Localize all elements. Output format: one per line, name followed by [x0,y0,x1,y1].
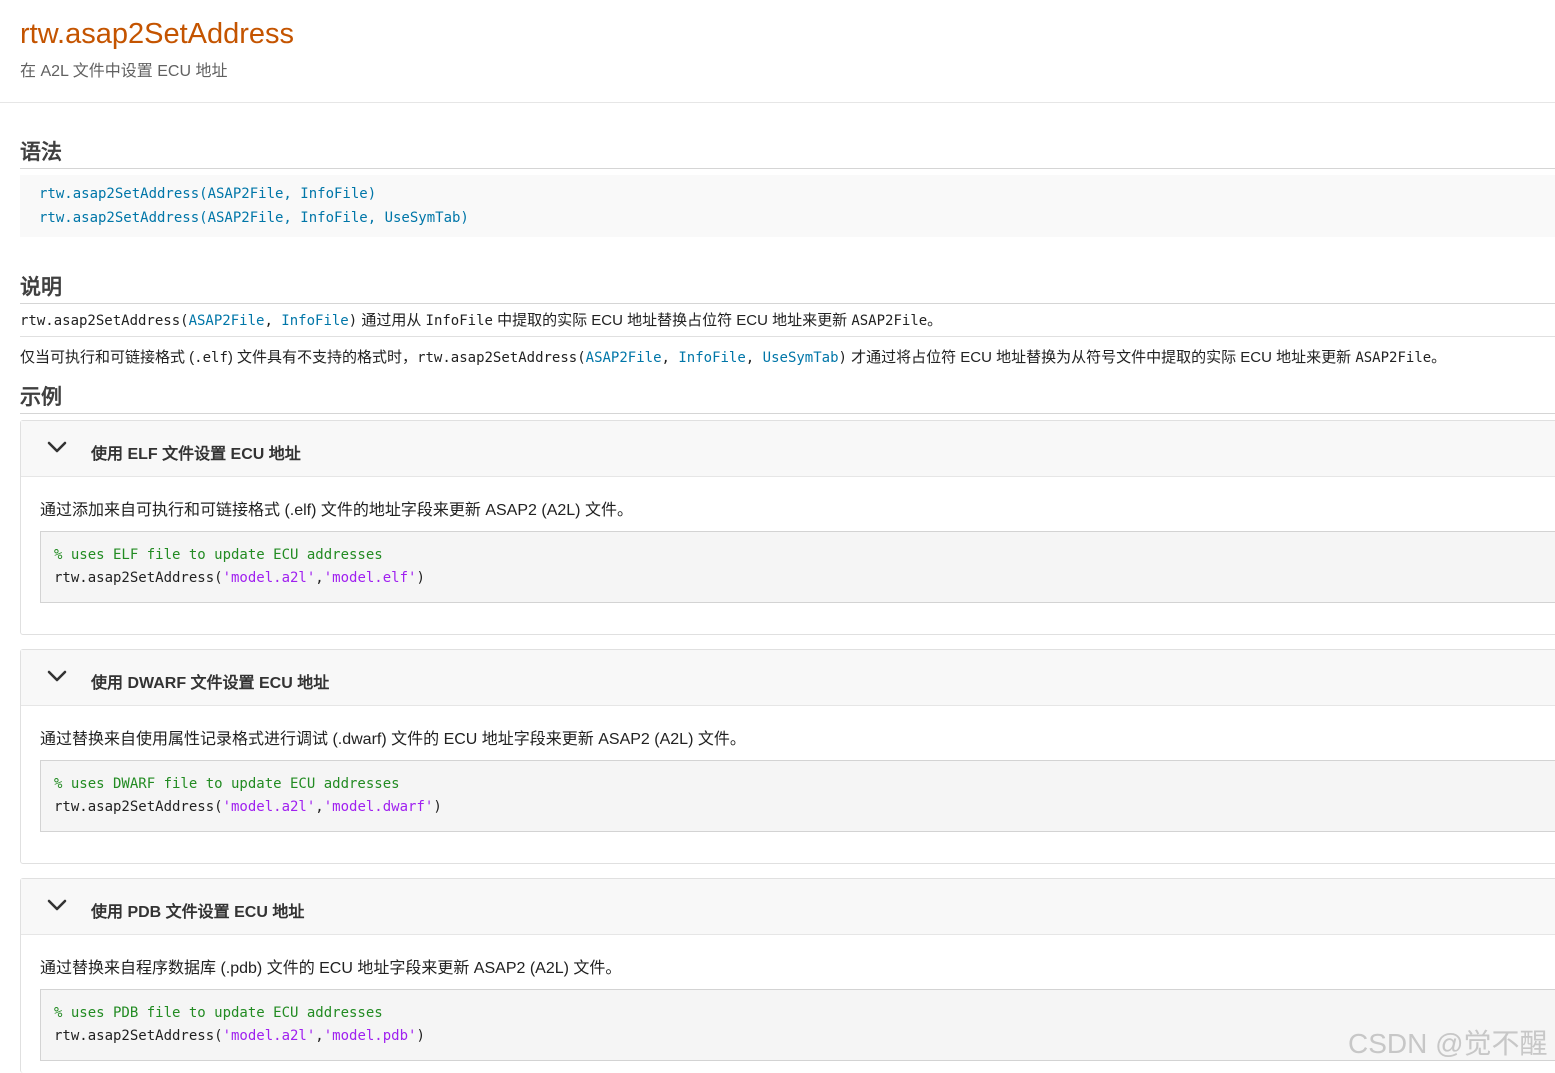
example-description: 通过替换来自程序数据库 (.pdb) 文件的 ECU 地址字段来更新 ASAP2… [40,960,622,977]
code-string: 'model.elf' [323,570,417,586]
code-comment: % uses PDB file to update ECU addresses [54,1005,383,1021]
page-header: rtw.asap2SetAddress 在 A2L 文件中设置 ECU 地址 [0,0,1555,103]
inline-code: .elf [194,350,228,366]
description-text: 才通过将占位符 ECU 地址替换为从符号文件中提取的实际 ECU 地址来更新 [846,349,1356,366]
example-dwarf-toggle[interactable]: 使用 DWARF 文件设置 ECU 地址 [21,650,1555,706]
code-block[interactable]: % uses DWARF file to update ECU addresse… [40,760,1555,832]
syntax-heading: 语法 [20,136,1555,169]
function-name: rtw.asap2SetAddress( [417,350,586,366]
code-call: rtw.asap2SetAddress('model.a2l','model.e… [54,570,425,586]
code-paren: ) [416,570,425,586]
code-string: 'model.a2l' [222,570,316,586]
example-description: 通过添加来自可执行和可链接格式 (.elf) 文件的地址字段来更新 ASAP2 … [40,502,633,519]
code-fn: rtw.asap2SetAddress( [54,799,223,815]
asap2file-link[interactable]: ASAP2File [189,313,265,329]
example-pdb-toggle[interactable]: 使用 PDB 文件设置 ECU 地址 [21,879,1555,935]
description-text: 通过用从 [357,312,426,329]
example-title: 使用 DWARF 文件设置 ECU 地址 [91,675,330,692]
syntax-line-2[interactable]: rtw.asap2SetAddress(ASAP2File, InfoFile,… [39,210,469,226]
description-text: ) 文件具有不支持的格式时， [227,349,418,366]
examples-heading: 示例 [20,381,1555,414]
separator: , [661,350,679,366]
description-text: 。 [1431,349,1447,366]
example-pdb: 使用 PDB 文件设置 ECU 地址 通过替换来自程序数据库 (.pdb) 文件… [20,878,1555,1073]
page-subtitle: 在 A2L 文件中设置 ECU 地址 [20,63,228,80]
infofile-link[interactable]: InfoFile [281,313,348,329]
code-block[interactable]: % uses ELF file to update ECU addresses … [40,531,1555,603]
code-string: 'model.dwarf' [323,799,434,815]
chevron-down-icon [47,441,67,453]
asap2file-link[interactable]: ASAP2File [586,350,662,366]
divider [20,336,1555,337]
code-paren: ) [433,799,442,815]
code-string: 'model.a2l' [222,799,316,815]
example-elf: 使用 ELF 文件设置 ECU 地址 通过添加来自可执行和可链接格式 (.elf… [20,420,1555,635]
code-comma: , [315,1028,324,1044]
code-fn: rtw.asap2SetAddress( [54,1028,223,1044]
function-name: rtw.asap2SetAddress( [20,313,189,329]
inline-code: ASAP2File [1355,350,1432,366]
description-paragraph-2: 仅当可执行和可链接格式 (.elf) 文件具有不支持的格式时，rtw.asap2… [20,346,1446,367]
code-comma: , [315,570,324,586]
chevron-down-icon [47,899,67,911]
example-title: 使用 PDB 文件设置 ECU 地址 [91,904,305,921]
example-title: 使用 ELF 文件设置 ECU 地址 [91,446,301,463]
inline-code: ASAP2File [851,313,928,329]
usesymtab-link[interactable]: UseSymTab [763,350,839,366]
watermark: CSDN @觉不醒 [1348,1028,1548,1059]
syntax-box: rtw.asap2SetAddress(ASAP2File, InfoFile)… [20,175,1555,237]
code-paren: ) [416,1028,425,1044]
separator: , [745,350,763,366]
infofile-link[interactable]: InfoFile [678,350,745,366]
code-string: 'model.pdb' [323,1028,417,1044]
page-title: rtw.asap2SetAddress [20,18,295,50]
paren: ) [838,350,847,366]
code-fn: rtw.asap2SetAddress( [54,570,223,586]
description-text: 中提取的实际 ECU 地址替换占位符 ECU 地址来更新 [492,312,852,329]
code-call: rtw.asap2SetAddress('model.a2l','model.p… [54,1028,425,1044]
code-comment: % uses ELF file to update ECU addresses [54,547,383,563]
example-description: 通过替换来自使用属性记录格式进行调试 (.dwarf) 文件的 ECU 地址字段… [40,731,746,748]
code-comma: , [315,799,324,815]
paren: ) [348,313,358,329]
code-string: 'model.a2l' [222,1028,316,1044]
code-block[interactable]: % uses PDB file to update ECU addresses … [40,989,1555,1061]
description-heading: 说明 [20,271,1555,304]
description-paragraph-1: rtw.asap2SetAddress(ASAP2File, InfoFile)… [20,309,942,330]
code-comment: % uses DWARF file to update ECU addresse… [54,776,400,792]
inline-code: InfoFile [425,313,493,329]
code-call: rtw.asap2SetAddress('model.a2l','model.d… [54,799,442,815]
description-text: 仅当可执行和可链接格式 ( [20,349,195,366]
syntax-line-1[interactable]: rtw.asap2SetAddress(ASAP2File, InfoFile) [39,186,376,202]
example-elf-toggle[interactable]: 使用 ELF 文件设置 ECU 地址 [21,421,1555,477]
chevron-down-icon [47,670,67,682]
separator: , [264,313,282,329]
description-text: 。 [927,312,943,329]
example-dwarf: 使用 DWARF 文件设置 ECU 地址 通过替换来自使用属性记录格式进行调试 … [20,649,1555,864]
